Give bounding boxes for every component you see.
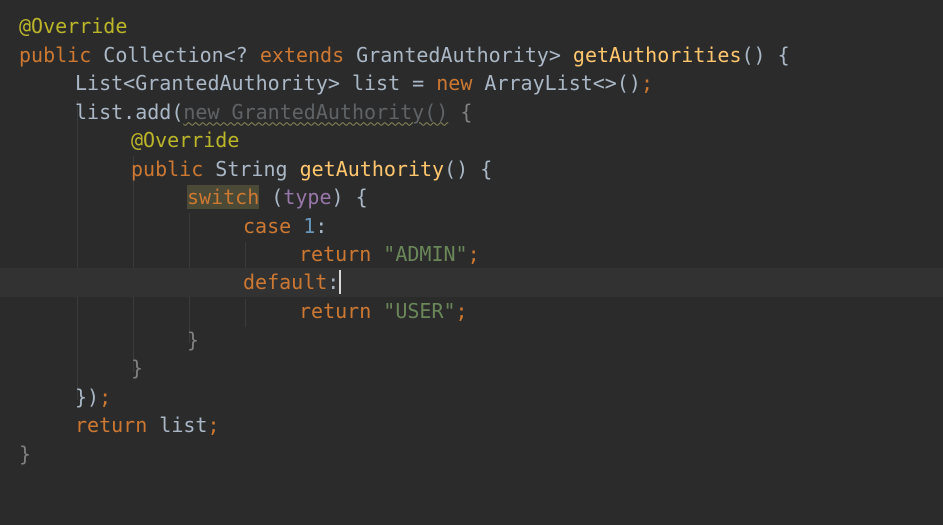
method-parens: () {	[444, 156, 493, 181]
code-line-3[interactable]: List<GrantedAuthority> list = new ArrayL…	[0, 69, 943, 98]
text-caret	[339, 270, 342, 294]
list-add-call: list.add(	[75, 99, 184, 124]
list-declaration: List<GrantedAuthority> list =	[75, 71, 437, 95]
semicolon: ;	[640, 71, 653, 95]
code-line-11[interactable]: return "USER";	[0, 297, 943, 326]
close-paren-brace: ) {	[331, 185, 368, 209]
number-literal: 1	[303, 213, 316, 238]
method-parens: () {	[741, 42, 790, 67]
close-brace: }	[187, 327, 200, 352]
code-line-10[interactable]: default:	[0, 268, 943, 297]
code-line-2[interactable]: public Collection<? extends GrantedAutho…	[0, 41, 943, 70]
string-literal-admin: "ADMIN"	[383, 242, 468, 266]
keyword-return: return	[299, 299, 372, 323]
code-line-14[interactable]: });	[0, 383, 943, 412]
semicolon: ;	[467, 242, 480, 266]
field-type: type	[283, 185, 332, 209]
code-line-8[interactable]: case 1:	[0, 212, 943, 241]
keyword-public: public	[19, 42, 92, 67]
semicolon: ;	[207, 413, 220, 437]
open-brace: {	[448, 99, 473, 124]
code-line-9[interactable]: return "ADMIN";	[0, 240, 943, 269]
close-brace: }	[131, 356, 144, 380]
keyword-extends: extends	[259, 42, 345, 67]
keyword-default: default	[243, 270, 328, 294]
code-line-4[interactable]: list.add(new GrantedAuthority() {	[0, 98, 943, 127]
type-string: String	[203, 156, 300, 181]
colon: :	[327, 270, 340, 294]
code-line-12[interactable]: }	[0, 326, 943, 355]
annotation-override: @Override	[131, 128, 240, 152]
method-get-authority: getAuthority	[299, 156, 445, 181]
code-line-5[interactable]: @Override	[0, 126, 943, 155]
string-literal-user: "USER"	[383, 299, 456, 323]
code-line-15[interactable]: return list;	[0, 411, 943, 440]
colon: :	[315, 213, 328, 238]
return-value: list	[147, 413, 208, 437]
code-line-7[interactable]: switch (type) {	[0, 183, 943, 212]
open-paren: (	[259, 185, 284, 209]
anonymous-class-warning[interactable]: new GrantedAuthority()	[183, 100, 448, 124]
type-granted-authority: GrantedAuthority>	[344, 42, 573, 67]
keyword-case: case	[243, 213, 292, 238]
keyword-new: new	[436, 71, 473, 95]
code-line-6[interactable]: public String getAuthority() {	[0, 155, 943, 184]
keyword-switch[interactable]: switch	[187, 185, 260, 209]
method-get-authorities: getAuthorities	[572, 42, 742, 67]
type-collection: Collection<?	[103, 42, 260, 67]
keyword-return: return	[75, 413, 148, 437]
keyword-public: public	[131, 156, 204, 181]
close-brace-paren: })	[75, 384, 100, 409]
semicolon: ;	[455, 299, 468, 323]
code-line-16[interactable]: }	[0, 440, 943, 469]
close-brace: }	[19, 441, 32, 466]
code-editor[interactable]: @Override public Collection<? extends Gr…	[0, 0, 943, 492]
code-line-13[interactable]: }	[0, 354, 943, 383]
keyword-return: return	[299, 242, 372, 266]
semicolon: ;	[99, 384, 112, 409]
code-line-1[interactable]: @Override	[0, 12, 943, 41]
arraylist-constructor: ArrayList<>()	[472, 71, 641, 95]
annotation-override: @Override	[19, 14, 128, 38]
